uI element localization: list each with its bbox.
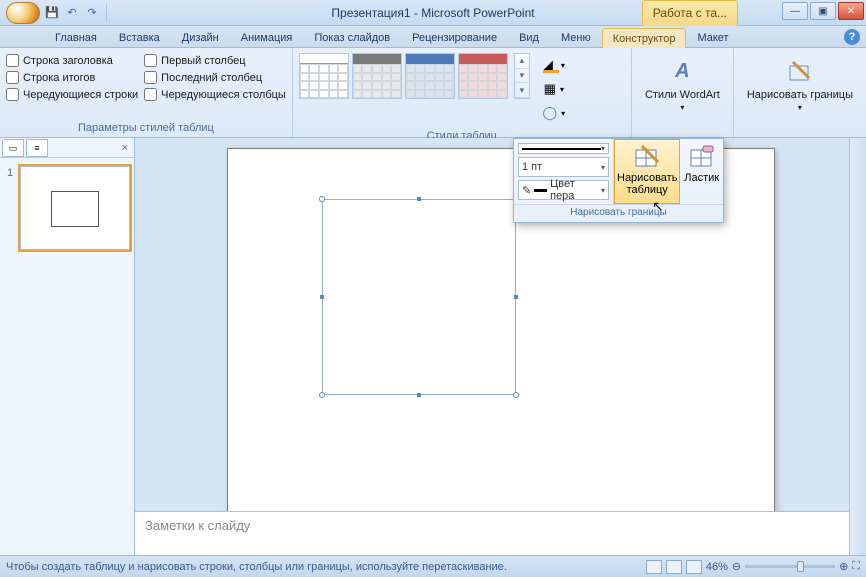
- borders-button[interactable]: ▦▾: [538, 78, 570, 100]
- undo-icon[interactable]: ↶: [64, 5, 80, 21]
- thumbnail-pane: ▭ ≡ × 1: [0, 138, 135, 555]
- slideshow-view-button[interactable]: [686, 560, 702, 574]
- table-style-4[interactable]: [458, 53, 508, 99]
- tab-design[interactable]: Дизайн: [171, 27, 230, 47]
- table-placeholder[interactable]: [322, 199, 516, 395]
- effects-button[interactable]: ◯▾: [538, 102, 570, 124]
- minimize-button[interactable]: —: [782, 2, 808, 20]
- draw-table-icon: [634, 144, 660, 170]
- table-style-1[interactable]: [299, 53, 349, 99]
- workspace: ▭ ≡ × 1: [0, 138, 866, 555]
- effects-icon: ◯: [543, 105, 558, 121]
- thumbnail-tabs: ▭ ≡ ×: [0, 138, 134, 158]
- thumbnail-list[interactable]: 1: [0, 158, 134, 555]
- ribbon-tabs: Главная Вставка Дизайн Анимация Показ сл…: [0, 26, 866, 48]
- fit-to-window-button[interactable]: ⛶: [852, 560, 860, 573]
- chk-header-row[interactable]: Строка заголовка: [6, 54, 138, 67]
- close-pane-icon[interactable]: ×: [116, 142, 134, 154]
- title-bar: 💾 ↶ ↷ Презентация1 - Microsoft PowerPoin…: [0, 0, 866, 26]
- table-style-3[interactable]: [405, 53, 455, 99]
- vertical-scrollbar[interactable]: [849, 138, 866, 555]
- chk-total-row[interactable]: Строка итогов: [6, 71, 138, 84]
- pen-color-button[interactable]: ✎ Цвет пера▾: [518, 180, 609, 200]
- window-title: Презентация1 - Microsoft PowerPoint: [331, 6, 534, 20]
- borders-icon: ▦: [544, 81, 556, 97]
- draw-borders-button[interactable]: Нарисовать границы ▾: [740, 50, 860, 117]
- chk-banded-rows[interactable]: Чередующиеся строки: [6, 88, 138, 101]
- help-icon[interactable]: ?: [844, 29, 860, 45]
- thumb-preview-shape: [51, 191, 99, 227]
- tab-insert[interactable]: Вставка: [108, 27, 171, 47]
- border-weight-combo[interactable]: 1 пт▾: [518, 157, 609, 177]
- zoom-level: 46%: [706, 561, 728, 573]
- tab-menu[interactable]: Меню: [550, 27, 602, 47]
- tab-view[interactable]: Вид: [508, 27, 550, 47]
- status-message: Чтобы создать таблицу и нарисовать строк…: [6, 561, 507, 573]
- chk-banded-cols[interactable]: Чередующиеся столбцы: [144, 88, 286, 101]
- zoom-out-button[interactable]: ⊖: [732, 560, 741, 573]
- tab-constructor[interactable]: Конструктор: [602, 28, 687, 48]
- tab-review[interactable]: Рецензирование: [401, 27, 508, 47]
- mouse-cursor: ↖: [652, 198, 664, 215]
- office-button[interactable]: [6, 2, 40, 24]
- table-style-2[interactable]: [352, 53, 402, 99]
- eraser-button[interactable]: Ластик: [680, 139, 723, 204]
- table-styles-gallery[interactable]: [299, 50, 508, 99]
- color-swatch: [534, 189, 547, 192]
- eraser-icon: [689, 144, 715, 170]
- sorter-view-button[interactable]: [666, 560, 682, 574]
- group-wordart: A Стили WordArt ▾: [632, 48, 734, 137]
- save-icon[interactable]: 💾: [44, 5, 60, 21]
- notes-pane[interactable]: Заметки к слайду: [135, 511, 849, 555]
- group-table-style-options: Строка заголовка Строка итогов Чередующи…: [0, 48, 293, 137]
- group-draw-borders: Нарисовать границы ▾: [734, 48, 866, 137]
- chk-first-col[interactable]: Первый столбец: [144, 54, 286, 67]
- maximize-button[interactable]: ▣: [810, 2, 836, 20]
- draw-table-button[interactable]: Нарисовать таблицу: [614, 139, 680, 204]
- group-label-options: Параметры стилей таблиц: [6, 120, 286, 137]
- tab-home[interactable]: Главная: [44, 27, 108, 47]
- tab-layout[interactable]: Макет: [686, 27, 739, 47]
- tab-slideshow[interactable]: Показ слайдов: [303, 27, 401, 47]
- close-button[interactable]: ✕: [838, 2, 864, 20]
- thumb-number: 1: [7, 167, 13, 179]
- pencil-border-icon: [784, 55, 816, 87]
- ribbon: Строка заголовка Строка итогов Чередующи…: [0, 48, 866, 138]
- slide-thumbnail-1[interactable]: 1: [20, 166, 130, 250]
- pen-icon: ✎: [522, 184, 531, 197]
- popup-group-label: Нарисовать границы: [514, 204, 723, 222]
- chk-last-col[interactable]: Последний столбец: [144, 71, 286, 84]
- wordart-styles-button[interactable]: A Стили WordArt ▾: [638, 50, 727, 117]
- contextual-tab-title: Работа с та...: [642, 0, 738, 26]
- status-bar: Чтобы создать таблицу и нарисовать строк…: [0, 555, 866, 577]
- slides-tab-icon[interactable]: ▭: [2, 139, 24, 157]
- wordart-icon: A: [666, 55, 698, 87]
- quick-access-toolbar: 💾 ↶ ↷: [0, 2, 109, 24]
- outline-tab-icon[interactable]: ≡: [26, 139, 48, 157]
- group-table-styles: ▴▾▾ ◢▾ ▦▾ ◯▾ Стили таблиц: [293, 48, 632, 137]
- gallery-more-button[interactable]: ▴▾▾: [514, 53, 530, 99]
- tab-animation[interactable]: Анимация: [230, 27, 304, 47]
- draw-borders-popup: ▾ 1 пт▾ ✎ Цвет пера▾ Нарисовать таблицу …: [513, 138, 724, 223]
- zoom-in-button[interactable]: ⊕: [839, 560, 848, 573]
- slide-canvas[interactable]: [135, 138, 866, 511]
- redo-icon[interactable]: ↷: [84, 5, 100, 21]
- normal-view-button[interactable]: [646, 560, 662, 574]
- zoom-slider[interactable]: [745, 565, 835, 568]
- shading-button[interactable]: ◢▾: [538, 54, 570, 76]
- border-style-combo[interactable]: ▾: [518, 143, 609, 154]
- qat-separator: [106, 4, 107, 22]
- canvas-area: Заметки к слайду: [135, 138, 866, 555]
